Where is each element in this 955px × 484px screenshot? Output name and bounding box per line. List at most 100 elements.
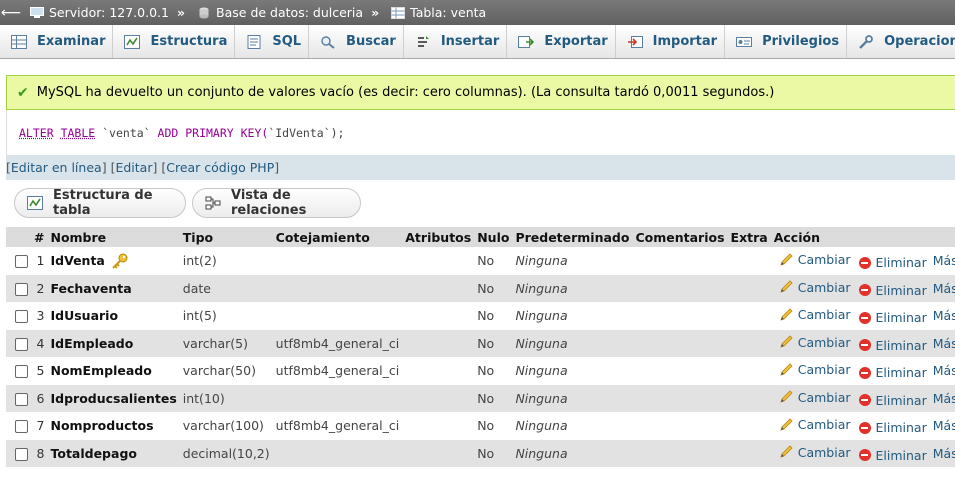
more-link[interactable]: Más: [933, 363, 955, 378]
row-attributes: [402, 329, 475, 357]
tab-insert[interactable]: Insertar: [404, 25, 508, 58]
drop-link[interactable]: Eliminar: [857, 448, 927, 463]
more-link[interactable]: Más: [933, 308, 955, 323]
checkmark-icon: ✔: [17, 84, 29, 101]
row-name: Nomproductos: [50, 418, 154, 434]
col-name-header[interactable]: Nombre: [47, 227, 180, 247]
more-link[interactable]: Más: [933, 391, 955, 406]
breadcrumb-database[interactable]: Base de datos: dulceria: [189, 5, 363, 20]
row-extra: [727, 302, 771, 330]
more-link[interactable]: Más: [933, 446, 955, 461]
more-link[interactable]: Más: [933, 418, 955, 433]
drop-link[interactable]: Eliminar: [857, 365, 927, 380]
tab-operations[interactable]: Operaciones: [847, 25, 955, 58]
row-checkbox[interactable]: [15, 365, 28, 379]
row-checkbox[interactable]: [15, 282, 28, 296]
table-row: 1 IdVenta int(2) No Ninguna Cambiar Elim…: [6, 247, 955, 275]
edit-link[interactable]: Editar: [115, 160, 152, 175]
create-php-code-link[interactable]: Crear código PHP: [166, 160, 274, 175]
change-label: Cambiar: [797, 444, 851, 460]
row-attributes: [402, 357, 475, 385]
col-attributes-header[interactable]: Atributos: [402, 227, 475, 247]
row-collation: [272, 439, 403, 467]
table-structure-button[interactable]: Estructura de tabla: [14, 188, 186, 218]
change-link[interactable]: Cambiar: [779, 417, 851, 432]
tab-bar: Examinar Estructura SQL Buscar Insertar …: [0, 25, 955, 59]
row-num: 2: [31, 274, 48, 302]
button-label: Estructura de tabla: [53, 188, 153, 218]
breadcrumb-database-label: Base de datos: dulceria: [216, 5, 364, 20]
change-link[interactable]: Cambiar: [779, 445, 851, 460]
row-extra: [727, 412, 771, 440]
tab-import[interactable]: Importar: [616, 25, 726, 58]
sql-keyword[interactable]: TABLE: [61, 126, 96, 140]
tab-structure[interactable]: Estructura: [113, 25, 236, 58]
more-link[interactable]: Más: [933, 253, 955, 268]
drop-link[interactable]: Eliminar: [857, 338, 927, 353]
row-checkbox[interactable]: [15, 310, 28, 324]
row-attributes: [402, 384, 475, 412]
tab-label: Insertar: [440, 34, 500, 49]
back-arrow-icon[interactable]: ⟵: [0, 5, 22, 21]
browse-icon: [10, 34, 28, 50]
more-link[interactable]: Más: [933, 281, 955, 296]
drop-link[interactable]: Eliminar: [857, 283, 927, 298]
tab-label: Examinar: [37, 34, 106, 49]
row-num: 6: [31, 384, 48, 412]
row-comments: [632, 329, 728, 357]
tab-sql[interactable]: SQL: [235, 25, 310, 58]
col-collation-header[interactable]: Cotejamiento: [272, 227, 403, 247]
row-type: varchar(100): [179, 412, 273, 440]
row-checkbox[interactable]: [15, 337, 28, 351]
bracket: ]: [101, 160, 107, 175]
row-drop-cell: Eliminar: [853, 274, 930, 302]
sql-keyword[interactable]: ALTER: [19, 126, 54, 140]
row-collation: utf8mb4_general_ci: [272, 329, 403, 357]
row-collation: [272, 302, 403, 330]
change-link[interactable]: Cambiar: [779, 335, 851, 350]
row-name-cell: Fechaventa: [47, 274, 180, 302]
col-comments-header[interactable]: Comentarios: [632, 227, 728, 247]
tab-privileges[interactable]: Privilegios: [725, 25, 848, 58]
drop-link[interactable]: Eliminar: [857, 255, 927, 270]
drop-link[interactable]: Eliminar: [857, 393, 927, 408]
row-checkbox[interactable]: [15, 255, 28, 269]
change-link[interactable]: Cambiar: [779, 280, 851, 295]
change-link[interactable]: Cambiar: [779, 362, 851, 377]
row-checkbox[interactable]: [15, 447, 28, 461]
col-default-header[interactable]: Predeterminado: [512, 227, 633, 247]
col-extra-header[interactable]: Extra: [727, 227, 771, 247]
row-change-cell: Cambiar: [770, 384, 854, 412]
more-link[interactable]: Más: [933, 336, 955, 351]
change-link[interactable]: Cambiar: [779, 390, 851, 405]
change-link[interactable]: Cambiar: [779, 307, 851, 322]
edit-inline-link[interactable]: Editar en línea: [11, 160, 102, 175]
row-name-cell: NomEmpleado: [47, 357, 180, 385]
tab-export[interactable]: Exportar: [507, 25, 616, 58]
row-type: varchar(50): [179, 357, 273, 385]
change-link[interactable]: Cambiar: [779, 252, 851, 267]
pencil-icon: [779, 362, 795, 377]
drop-label: Eliminar: [875, 365, 927, 380]
tab-browse[interactable]: Examinar: [0, 25, 114, 58]
primary-key-icon: [112, 253, 128, 269]
col-null-header[interactable]: Nulo: [474, 227, 513, 247]
row-checkbox[interactable]: [15, 420, 28, 434]
drop-link[interactable]: Eliminar: [857, 420, 927, 435]
breadcrumb-server[interactable]: Servidor: 127.0.0.1: [22, 5, 169, 20]
row-name: IdEmpleado: [50, 335, 134, 351]
tab-label: Exportar: [544, 34, 608, 49]
change-label: Cambiar: [797, 417, 851, 432]
structure-icon: [27, 195, 43, 211]
sql-end: );: [330, 125, 345, 140]
relation-view-button[interactable]: Vista de relaciones: [192, 188, 361, 218]
tab-search[interactable]: Buscar: [309, 25, 404, 58]
row-extra: [727, 357, 771, 385]
row-checkbox[interactable]: [15, 392, 28, 406]
row-more-cell: Más: [929, 274, 955, 302]
row-more-cell: Más: [929, 357, 955, 385]
breadcrumb-table[interactable]: Tabla: venta: [383, 5, 486, 20]
drop-link[interactable]: Eliminar: [857, 310, 927, 325]
col-type-header[interactable]: Tipo: [179, 227, 273, 247]
row-null: No: [474, 384, 513, 412]
